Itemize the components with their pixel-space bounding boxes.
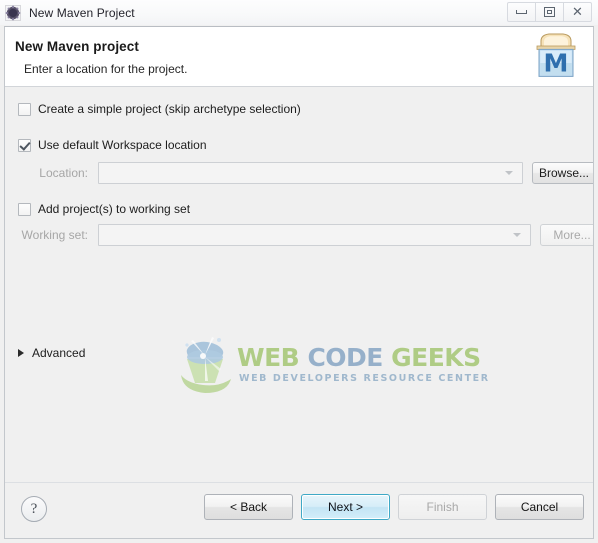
default-workspace-checkbox[interactable] <box>18 138 31 152</box>
advanced-section-toggle[interactable]: Advanced <box>18 346 85 360</box>
new-maven-project-dialog: New Maven Project ✕ New Maven project En… <box>0 0 598 543</box>
working-set-combo[interactable] <box>98 224 531 246</box>
simple-project-label: Create a simple project (skip archetype … <box>38 102 301 116</box>
watermark-logo-icon <box>181 337 231 393</box>
cancel-button[interactable]: Cancel <box>495 494 584 520</box>
watermark-word-web: WEB <box>237 343 300 372</box>
maximize-button[interactable] <box>535 2 564 22</box>
maven-banner-icon: M <box>528 30 584 84</box>
simple-project-checkbox-row[interactable]: Create a simple project (skip archetype … <box>18 102 301 116</box>
watermark-word-geeks: GEEKS <box>391 343 481 372</box>
finish-button-label: Finish <box>426 500 459 514</box>
back-button[interactable]: < Back <box>204 494 293 520</box>
restore-icon <box>544 7 555 17</box>
browse-button-label: Browse... <box>538 166 589 180</box>
working-set-checkbox[interactable] <box>18 202 31 216</box>
close-icon: ✕ <box>572 4 583 20</box>
working-set-checkbox-row[interactable]: Add project(s) to working set <box>18 202 190 216</box>
finish-button[interactable]: Finish <box>398 494 487 520</box>
wizard-buttons: < Back Next > Finish Cancel <box>204 494 584 520</box>
back-button-label: < Back <box>229 500 268 514</box>
more-button[interactable]: More... <box>540 224 593 246</box>
wizard-footer: ? < Back Next > Finish Cancel <box>5 483 593 538</box>
working-set-checkbox-label: Add project(s) to working set <box>38 202 191 216</box>
next-button-label: Next > <box>327 500 363 514</box>
working-set-label: Working set: <box>21 228 88 242</box>
browse-button[interactable]: Browse... <box>532 162 593 184</box>
minimize-button[interactable] <box>507 2 536 22</box>
wizard-body: Create a simple project (skip archetype … <box>5 87 593 483</box>
more-button-label: More... <box>553 228 591 242</box>
watermark-tagline: WEB DEVELOPERS RESOURCE CENTER <box>239 373 490 384</box>
help-icon[interactable]: ? <box>21 496 47 522</box>
maven-window-icon <box>5 4 21 21</box>
page-subtitle: Enter a location for the project. <box>24 62 188 76</box>
maven-logo-letter: M <box>544 49 569 78</box>
title-bar: New Maven Project ✕ <box>0 0 598 25</box>
location-row: Location: Browse... <box>18 162 593 184</box>
wizard-header: New Maven project Enter a location for t… <box>5 27 593 87</box>
close-button[interactable]: ✕ <box>563 2 592 22</box>
chevron-down-icon <box>505 171 513 175</box>
window-controls: ✕ <box>507 1 592 23</box>
chevron-right-icon <box>18 349 24 357</box>
dialog-frame: New Maven project Enter a location for t… <box>4 26 594 539</box>
next-button[interactable]: Next > <box>301 494 390 520</box>
default-workspace-label: Use default Workspace location <box>38 138 207 152</box>
minimize-icon <box>516 10 527 14</box>
location-label: Location: <box>39 166 88 180</box>
watermark-word-code: CODE <box>307 343 383 372</box>
working-set-row: Working set: More... <box>18 224 593 246</box>
location-combo[interactable] <box>98 162 523 184</box>
chevron-down-icon <box>513 233 521 237</box>
simple-project-checkbox[interactable] <box>18 102 31 116</box>
advanced-label: Advanced <box>32 346 86 360</box>
help-icon-glyph: ? <box>30 500 38 517</box>
page-title: New Maven project <box>15 39 139 54</box>
default-workspace-checkbox-row[interactable]: Use default Workspace location <box>18 138 207 152</box>
window-title: New Maven Project <box>29 5 135 20</box>
watermark-wordmark: WEB CODE GEEKS <box>237 343 481 372</box>
web-code-geeks-watermark: WEB CODE GEEKS WEB DEVELOPERS RESOURCE C… <box>175 335 488 407</box>
cancel-button-label: Cancel <box>520 500 559 514</box>
